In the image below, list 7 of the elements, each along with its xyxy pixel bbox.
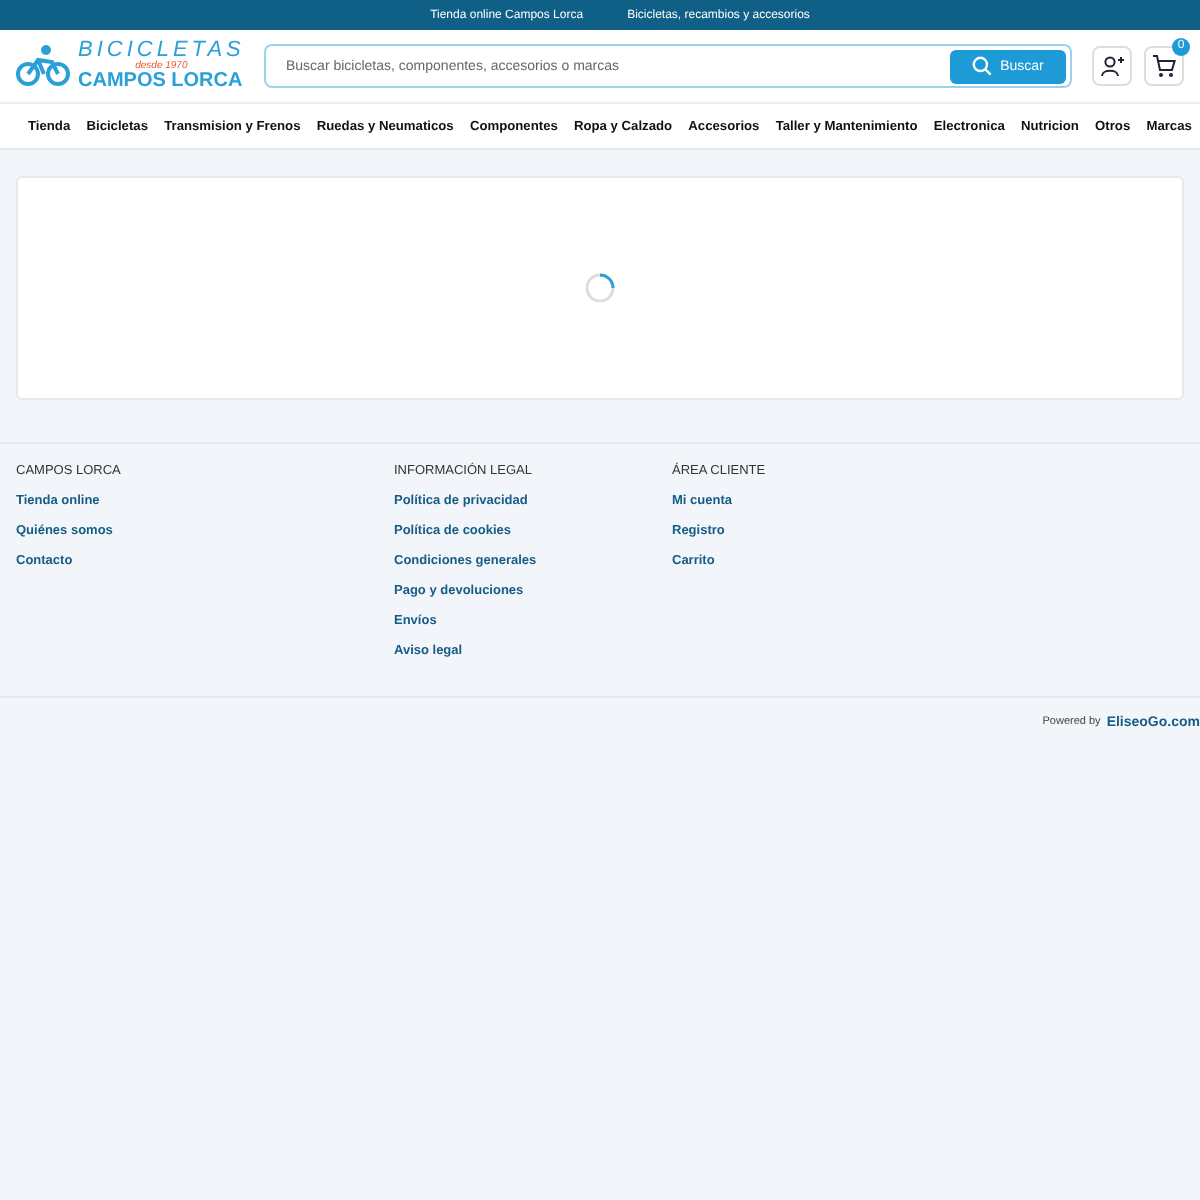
cart-icon <box>1152 54 1176 78</box>
logo-name: CAMPOS LORCA <box>78 72 245 92</box>
user-add-button[interactable] <box>1092 46 1132 86</box>
search-icon <box>972 56 993 76</box>
logo-title: BICICLETAS <box>78 40 245 62</box>
cyclist-icon <box>16 44 72 88</box>
user-add-icon <box>1100 54 1124 78</box>
